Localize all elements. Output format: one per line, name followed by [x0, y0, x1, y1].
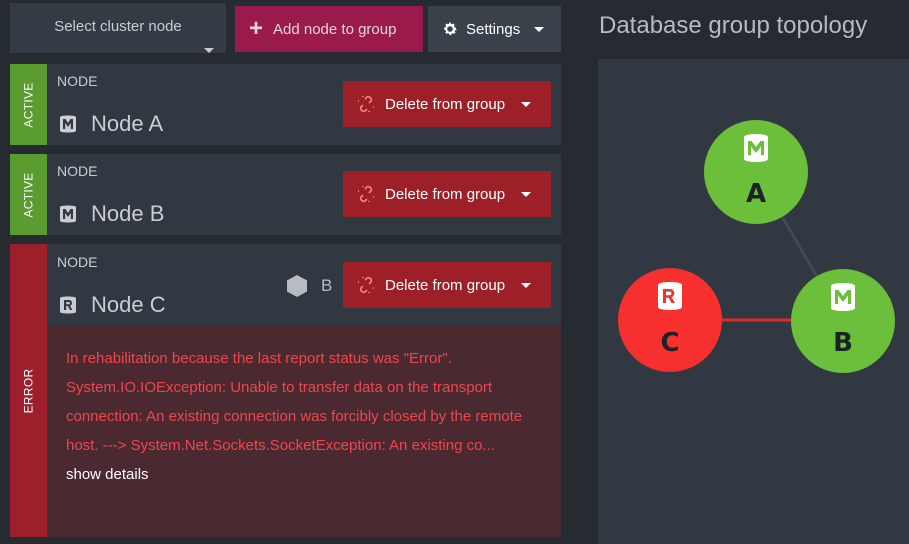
- add-node-to-group-button[interactable]: + Add node to group: [235, 6, 423, 52]
- delete-from-group-button[interactable]: Delete from group: [343, 262, 551, 308]
- node-name: Node A: [57, 111, 163, 137]
- select-cluster-node-dropdown[interactable]: Select cluster node: [10, 3, 226, 53]
- topology-graph: A B C: [598, 59, 909, 544]
- settings-button[interactable]: Settings: [428, 6, 561, 52]
- gear-icon: [444, 22, 457, 35]
- hexagon-icon: [287, 275, 307, 297]
- topology-canvas: A B C: [618, 120, 895, 373]
- error-message: In rehabilitation because the last repor…: [66, 350, 523, 454]
- error-details-panel: In rehabilitation because the last repor…: [47, 325, 561, 537]
- unlink-icon: [358, 185, 374, 203]
- chevron-down-icon: [204, 48, 214, 53]
- node-type-label: NODE: [57, 73, 98, 89]
- status-badge: ACTIVE: [10, 154, 47, 235]
- status-badge: ERROR: [10, 244, 47, 537]
- topology-node-b[interactable]: B: [791, 269, 895, 373]
- node-type-label: NODE: [57, 163, 98, 179]
- plus-icon: +: [249, 15, 264, 42]
- node-name: Node B: [57, 201, 164, 227]
- topology-title: Database group topology: [599, 12, 868, 39]
- responsible-node-tag: B: [287, 275, 332, 297]
- show-details-link[interactable]: show details: [66, 460, 542, 489]
- add-node-label: Add node to group: [273, 20, 397, 38]
- delete-from-group-button[interactable]: Delete from group: [343, 81, 551, 127]
- member-db-icon: [60, 115, 76, 133]
- node-card-b: ACTIVE NODE Node B Delete from group: [10, 154, 561, 235]
- topology-node-label: A: [746, 179, 766, 209]
- member-db-icon: [60, 205, 76, 223]
- node-type-label: NODE: [57, 254, 98, 270]
- settings-label: Settings: [466, 20, 521, 38]
- node-card-a: ACTIVE NODE Node A Delete from group: [10, 64, 561, 145]
- chevron-down-icon: [521, 191, 532, 197]
- chevron-down-icon: [521, 282, 532, 288]
- chevron-down-icon: [534, 26, 545, 32]
- chevron-down-icon: [521, 101, 532, 107]
- topology-node-a[interactable]: A: [704, 120, 808, 224]
- topology-node-label: B: [833, 328, 853, 358]
- rehab-db-icon: [60, 296, 76, 314]
- unlink-icon: [358, 95, 374, 113]
- unlink-icon: [358, 276, 374, 294]
- status-badge: ACTIVE: [10, 64, 47, 145]
- node-name: Node C: [57, 292, 166, 318]
- node-card-c: ERROR NODE Node C B Delete from group In…: [10, 244, 561, 537]
- select-cluster-node-label: Select cluster node: [54, 17, 182, 35]
- topology-node-c[interactable]: C: [618, 268, 722, 372]
- delete-from-group-button[interactable]: Delete from group: [343, 171, 551, 217]
- topology-node-label: C: [660, 328, 679, 358]
